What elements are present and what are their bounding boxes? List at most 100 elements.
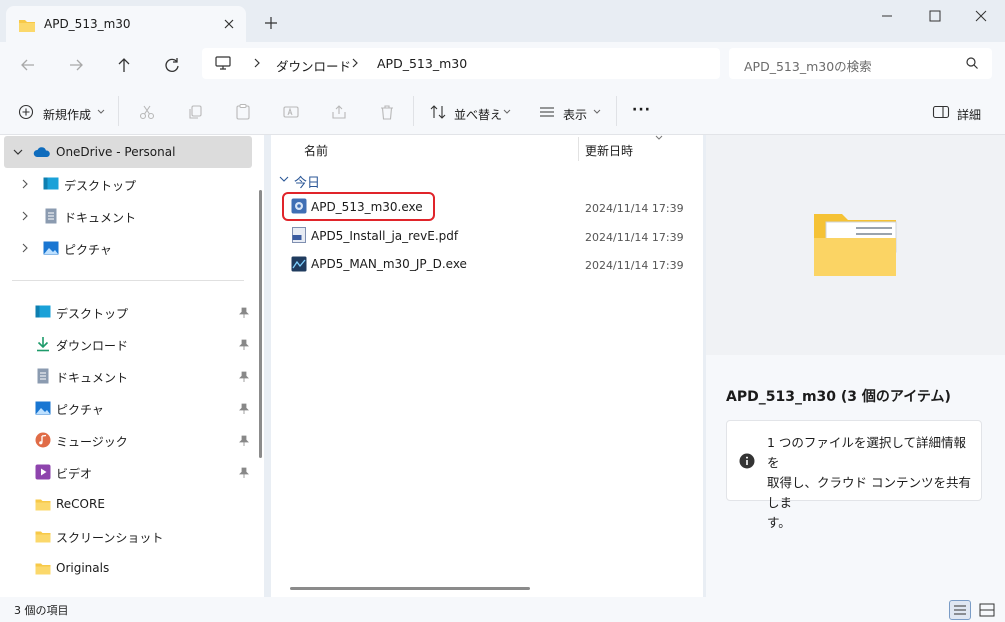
more-options-button[interactable]: ··· xyxy=(632,102,651,118)
sort-caret-icon xyxy=(654,134,664,142)
chevron-right-icon[interactable] xyxy=(350,56,360,70)
tab-close-icon[interactable] xyxy=(220,15,238,33)
quick-item-screenshots[interactable]: スクリーンショット xyxy=(56,529,163,546)
tiles-view-icon[interactable] xyxy=(978,601,996,619)
folder-icon xyxy=(18,17,36,33)
quick-item-desktop[interactable]: デスクトップ xyxy=(56,305,128,322)
details-button[interactable]: 詳細 xyxy=(957,106,981,123)
sort-icon[interactable] xyxy=(429,104,447,120)
minimize-button[interactable] xyxy=(864,6,910,26)
pin-icon[interactable] xyxy=(237,402,251,416)
pin-icon[interactable] xyxy=(237,466,251,480)
onedrive-cloud-icon xyxy=(33,146,51,158)
file-list-scrollbar[interactable] xyxy=(290,587,530,590)
search-input[interactable]: APD_513_m30の検索 xyxy=(729,48,992,79)
search-placeholder: APD_513_m30の検索 xyxy=(744,59,872,74)
info-text: 1 つのファイルを選択して詳細情報を 取得し、クラウド コンテンツを共有しま す… xyxy=(767,433,977,533)
desktop-icon xyxy=(35,305,51,319)
info-line: 取得し、クラウド コンテンツを共有しま xyxy=(767,475,971,510)
desktop-icon xyxy=(43,177,59,191)
search-icon[interactable] xyxy=(965,56,979,70)
view-list-icon[interactable] xyxy=(538,105,556,119)
copy-icon[interactable] xyxy=(186,103,204,121)
sort-button[interactable]: 並べ替え xyxy=(454,106,502,123)
details-view-icon[interactable] xyxy=(949,600,971,620)
back-arrow-icon[interactable] xyxy=(17,54,39,76)
pin-icon[interactable] xyxy=(237,306,251,320)
file-date: 2024/11/14 17:39 xyxy=(585,231,684,244)
exe-app-icon xyxy=(291,256,307,272)
quick-item-downloads[interactable]: ダウンロード xyxy=(56,337,128,354)
pin-icon[interactable] xyxy=(237,434,251,448)
sidebar-item-desktop[interactable]: デスクトップ xyxy=(64,177,136,194)
quick-item-recore[interactable]: ReCORE xyxy=(56,497,105,511)
item-count: 3 個の項目 xyxy=(14,604,69,617)
view-button[interactable]: 表示 xyxy=(563,106,587,123)
info-box: 1 つのファイルを選択して詳細情報を 取得し、クラウド コンテンツを共有しま す… xyxy=(726,420,982,530)
new-tab-icon[interactable] xyxy=(262,14,280,32)
tab-title: APD_513_m30 xyxy=(44,17,131,31)
group-collapse-icon[interactable] xyxy=(278,174,290,184)
delete-icon[interactable] xyxy=(378,103,396,121)
column-header-name[interactable]: 名前 xyxy=(304,142,328,159)
quick-item-pictures[interactable]: ピクチャ xyxy=(56,401,104,418)
pictures-icon xyxy=(35,401,51,415)
file-date: 2024/11/14 17:39 xyxy=(585,259,684,272)
navigation-pane xyxy=(0,135,264,597)
cut-icon[interactable] xyxy=(138,103,156,121)
highlight-box xyxy=(282,192,435,221)
chevron-down-icon[interactable] xyxy=(592,108,602,116)
group-header-today[interactable]: 今日 xyxy=(294,172,320,191)
address-bar[interactable]: ダウンロード APD_513_m30 xyxy=(202,48,720,79)
info-line: 1 つのファイルを選択して詳細情報を xyxy=(767,435,967,470)
chevron-right-icon[interactable] xyxy=(20,210,30,222)
separator xyxy=(413,96,414,126)
pdf-file-icon xyxy=(291,227,307,243)
up-arrow-icon[interactable] xyxy=(113,54,135,76)
folder-icon xyxy=(35,562,51,575)
rename-icon[interactable] xyxy=(282,103,300,121)
separator xyxy=(616,96,617,126)
paste-icon[interactable] xyxy=(234,103,252,121)
column-header-date[interactable]: 更新日時 xyxy=(585,142,633,159)
file-date: 2024/11/14 17:39 xyxy=(585,202,684,215)
large-folder-icon xyxy=(812,208,898,278)
music-icon xyxy=(35,432,51,448)
chevron-right-icon[interactable] xyxy=(252,56,262,70)
status-bar xyxy=(0,597,1005,622)
sidebar-item-onedrive[interactable]: OneDrive - Personal xyxy=(56,145,175,159)
pin-icon[interactable] xyxy=(237,370,251,384)
new-plus-icon[interactable] xyxy=(18,104,34,120)
forward-arrow-icon[interactable] xyxy=(65,54,87,76)
breadcrumb-current[interactable]: APD_513_m30 xyxy=(377,56,467,71)
tab-active[interactable]: APD_513_m30 xyxy=(6,6,246,42)
chevron-down-icon[interactable] xyxy=(502,108,512,116)
sidebar-item-documents[interactable]: ドキュメント xyxy=(64,209,136,226)
chevron-down-icon[interactable] xyxy=(96,108,106,116)
quick-item-documents[interactable]: ドキュメント xyxy=(56,369,128,386)
maximize-button[interactable] xyxy=(912,6,958,26)
chevron-right-icon[interactable] xyxy=(20,242,30,254)
file-name[interactable]: APD5_MAN_m30_JP_D.exe xyxy=(311,257,467,271)
folder-icon xyxy=(35,498,51,511)
this-pc-icon[interactable] xyxy=(214,55,232,71)
file-name[interactable]: APD5_Install_ja_revE.pdf xyxy=(311,229,458,243)
share-icon[interactable] xyxy=(330,103,348,121)
quick-item-videos[interactable]: ビデオ xyxy=(56,465,92,482)
pictures-icon xyxy=(43,241,59,255)
new-button[interactable]: 新規作成 xyxy=(43,106,91,123)
pin-icon[interactable] xyxy=(237,338,251,352)
details-pane-icon[interactable] xyxy=(932,105,950,119)
refresh-icon[interactable] xyxy=(161,54,183,76)
info-icon xyxy=(739,453,755,469)
close-button[interactable] xyxy=(958,6,1004,26)
quick-item-music[interactable]: ミュージック xyxy=(56,433,128,450)
document-icon xyxy=(45,208,57,224)
separator xyxy=(118,96,119,126)
quick-item-originals[interactable]: Originals xyxy=(56,561,109,575)
sidebar-scrollbar[interactable] xyxy=(259,190,262,458)
sidebar-item-pictures[interactable]: ピクチャ xyxy=(64,241,112,258)
breadcrumb-downloads[interactable]: ダウンロード xyxy=(276,56,351,75)
chevron-right-icon[interactable] xyxy=(20,178,30,190)
chevron-down-icon[interactable] xyxy=(12,146,24,158)
